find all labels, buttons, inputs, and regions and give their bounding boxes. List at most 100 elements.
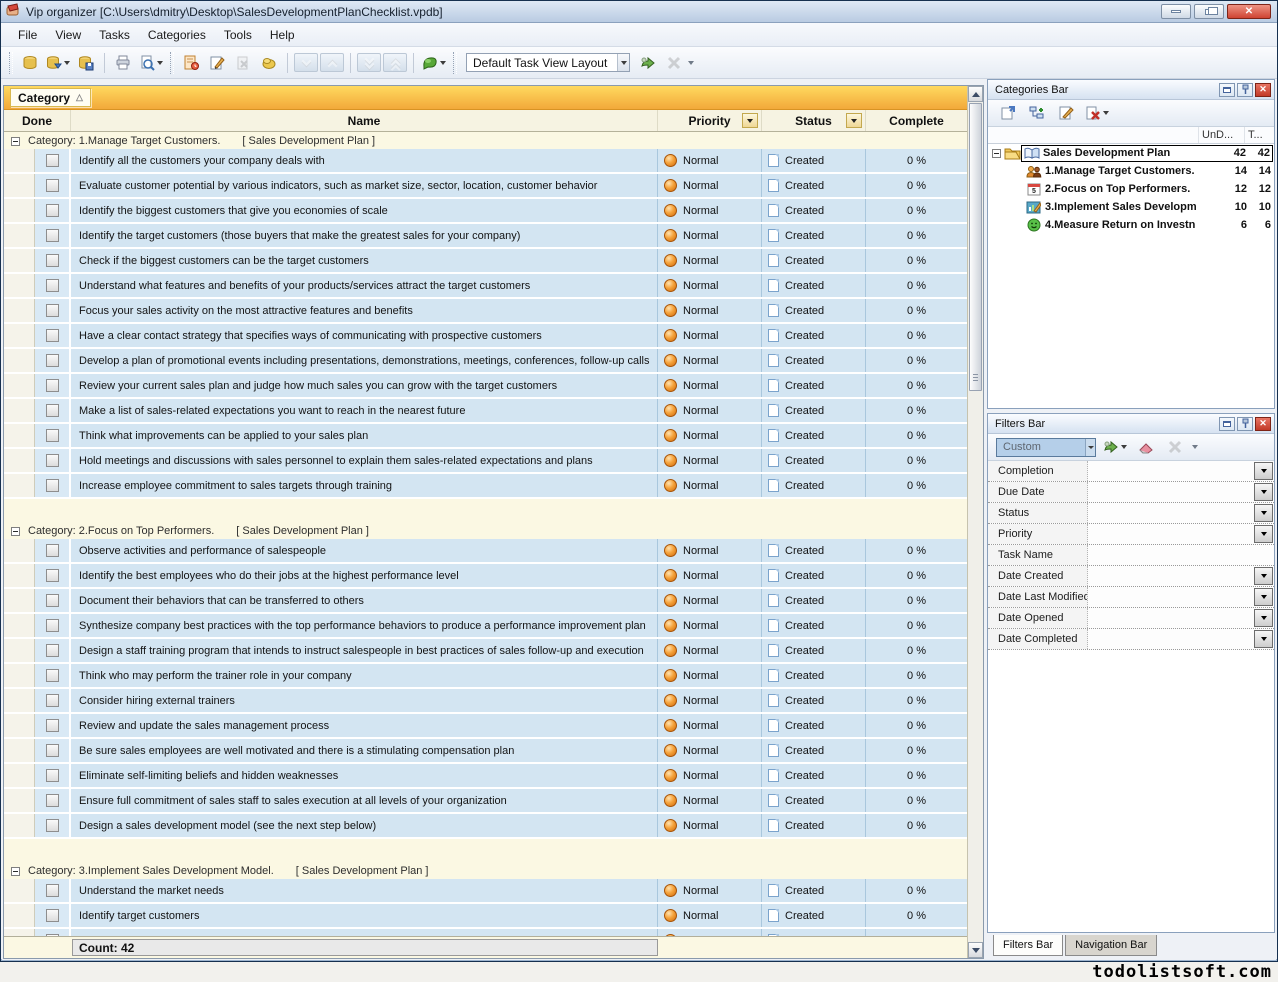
- category-group-header[interactable]: Category: 1.Manage Target Customers.[ Sa…: [4, 133, 967, 149]
- done-checkbox[interactable]: [46, 454, 59, 467]
- minimize-button[interactable]: [1161, 4, 1191, 19]
- task-row[interactable]: Develop a plan of promotional events inc…: [4, 349, 967, 374]
- priority-cell[interactable]: Normal: [658, 349, 762, 372]
- status-cell[interactable]: Created: [762, 929, 866, 936]
- filter-dropdown-button[interactable]: [1254, 609, 1273, 627]
- done-checkbox[interactable]: [46, 229, 59, 242]
- edit-category-button[interactable]: [1054, 102, 1078, 124]
- priority-cell[interactable]: Normal: [658, 474, 762, 497]
- done-checkbox[interactable]: [46, 304, 59, 317]
- filter-value-field[interactable]: [1088, 503, 1253, 523]
- task-name[interactable]: Document their behaviors that can be tra…: [71, 589, 658, 612]
- menu-item-help[interactable]: Help: [261, 25, 304, 45]
- status-cell[interactable]: Created: [762, 299, 866, 322]
- status-cell[interactable]: Created: [762, 739, 866, 762]
- collapse-icon[interactable]: [11, 867, 20, 876]
- priority-cell[interactable]: Normal: [658, 739, 762, 762]
- edit-task-button[interactable]: [205, 52, 229, 74]
- menu-item-categories[interactable]: Categories: [139, 25, 215, 45]
- open-database-caret[interactable]: [64, 61, 70, 65]
- status-cell[interactable]: Created: [762, 539, 866, 562]
- toolbar-grip[interactable]: [170, 52, 174, 74]
- filter-dropdown-button[interactable]: [1254, 504, 1273, 522]
- task-name[interactable]: Think who may perform the trainer role i…: [71, 664, 658, 687]
- task-row[interactable]: Review and update the sales management p…: [4, 714, 967, 739]
- filter-options-caret[interactable]: [1192, 445, 1198, 449]
- column-header-undone[interactable]: UnD...: [1198, 127, 1244, 143]
- collapse-icon[interactable]: [11, 137, 20, 146]
- column-header-status[interactable]: Status: [762, 110, 866, 131]
- move-top-button[interactable]: [383, 53, 407, 72]
- done-checkbox[interactable]: [46, 694, 59, 707]
- task-row[interactable]: Increase employee commitment to sales ta…: [4, 474, 967, 499]
- scroll-down-button[interactable]: [968, 942, 983, 958]
- filter-value-field[interactable]: [1088, 608, 1253, 628]
- complete-task-button[interactable]: [257, 52, 281, 74]
- task-name[interactable]: Have a clear contact strategy that speci…: [71, 324, 658, 347]
- task-row[interactable]: Make a list of sales-related expectation…: [4, 399, 967, 424]
- column-header-name[interactable]: Name: [71, 110, 658, 131]
- status-cell[interactable]: Created: [762, 199, 866, 222]
- task-name[interactable]: Focus your sales activity on the most at…: [71, 299, 658, 322]
- category-group-header[interactable]: Category: 2.Focus on Top Performers.[ Sa…: [4, 523, 967, 539]
- done-checkbox[interactable]: [46, 329, 59, 342]
- panel-pin-icon[interactable]: [1237, 417, 1253, 431]
- task-row[interactable]: Review your current sales plan and judge…: [4, 374, 967, 399]
- tree-item[interactable]: 1.Manage Target Customers.1414: [988, 162, 1274, 180]
- priority-cell[interactable]: Normal: [658, 149, 762, 172]
- task-name[interactable]: Identify target customers: [71, 904, 658, 927]
- collapse-icon[interactable]: [992, 149, 1001, 158]
- tree-item[interactable]: 4.Measure Return on Investn66: [988, 216, 1274, 234]
- task-row[interactable]: Think what improvements can be applied t…: [4, 424, 967, 449]
- status-cell[interactable]: Created: [762, 564, 866, 587]
- delete-filter-button[interactable]: [1163, 436, 1187, 458]
- task-row[interactable]: Identify the biggest customers that give…: [4, 199, 967, 224]
- done-checkbox[interactable]: [46, 429, 59, 442]
- task-name[interactable]: Observe activities and performance of sa…: [71, 539, 658, 562]
- panel-close-icon[interactable]: ✕: [1255, 417, 1271, 431]
- done-checkbox[interactable]: [46, 884, 59, 897]
- panel-pin-icon[interactable]: [1237, 83, 1253, 97]
- task-row[interactable]: Consider hiring external trainersNormalC…: [4, 689, 967, 714]
- save-database-button[interactable]: [74, 52, 98, 74]
- layout-combo[interactable]: Default Task View Layout: [466, 53, 630, 72]
- tree-item[interactable]: 52.Focus on Top Performers.1212: [988, 180, 1274, 198]
- toolbar-grip[interactable]: [453, 52, 457, 74]
- priority-cell[interactable]: Normal: [658, 324, 762, 347]
- done-checkbox[interactable]: [46, 594, 59, 607]
- panel-close-icon[interactable]: ✕: [1255, 83, 1271, 97]
- task-row[interactable]: Synthesize company best practices with t…: [4, 614, 967, 639]
- task-row[interactable]: Be sure sales employees are well motivat…: [4, 739, 967, 764]
- status-cell[interactable]: Created: [762, 324, 866, 347]
- vertical-scrollbar[interactable]: [967, 86, 983, 958]
- status-cell[interactable]: Created: [762, 879, 866, 902]
- menu-item-view[interactable]: View: [46, 25, 90, 45]
- apply-layout-button[interactable]: [636, 52, 660, 74]
- priority-cell[interactable]: Normal: [658, 399, 762, 422]
- priority-cell[interactable]: Normal: [658, 929, 762, 936]
- task-name[interactable]: Understand what features and benefits of…: [71, 274, 658, 297]
- new-category-button[interactable]: [996, 102, 1020, 124]
- task-row[interactable]: Understand the market needsNormalCreated…: [4, 879, 967, 904]
- task-row[interactable]: Understand what features and benefits of…: [4, 274, 967, 299]
- priority-cell[interactable]: Normal: [658, 449, 762, 472]
- done-checkbox[interactable]: [46, 769, 59, 782]
- task-name[interactable]: Think what improvements can be applied t…: [71, 424, 658, 447]
- restore-button[interactable]: [1194, 4, 1224, 19]
- move-down-button[interactable]: [294, 53, 318, 72]
- selected-tree-item[interactable]: Sales Development Plan4242: [1021, 145, 1273, 162]
- priority-cell[interactable]: Normal: [658, 274, 762, 297]
- done-checkbox[interactable]: [46, 719, 59, 732]
- task-name[interactable]: Increase employee commitment to sales ta…: [71, 474, 658, 497]
- collapse-icon[interactable]: [11, 527, 20, 536]
- priority-cell[interactable]: Normal: [658, 224, 762, 247]
- done-checkbox[interactable]: [46, 179, 59, 192]
- column-header-total[interactable]: T...: [1244, 127, 1274, 143]
- column-header-priority[interactable]: Priority: [658, 110, 762, 131]
- task-row[interactable]: Hold meetings and discussions with sales…: [4, 449, 967, 474]
- filter-dropdown-button[interactable]: [1254, 462, 1273, 480]
- done-checkbox[interactable]: [46, 819, 59, 832]
- task-row[interactable]: Make a list of prospective customersNorm…: [4, 929, 967, 936]
- group-by-category-chip[interactable]: Category △: [10, 88, 91, 107]
- column-header-done[interactable]: Done: [4, 110, 71, 131]
